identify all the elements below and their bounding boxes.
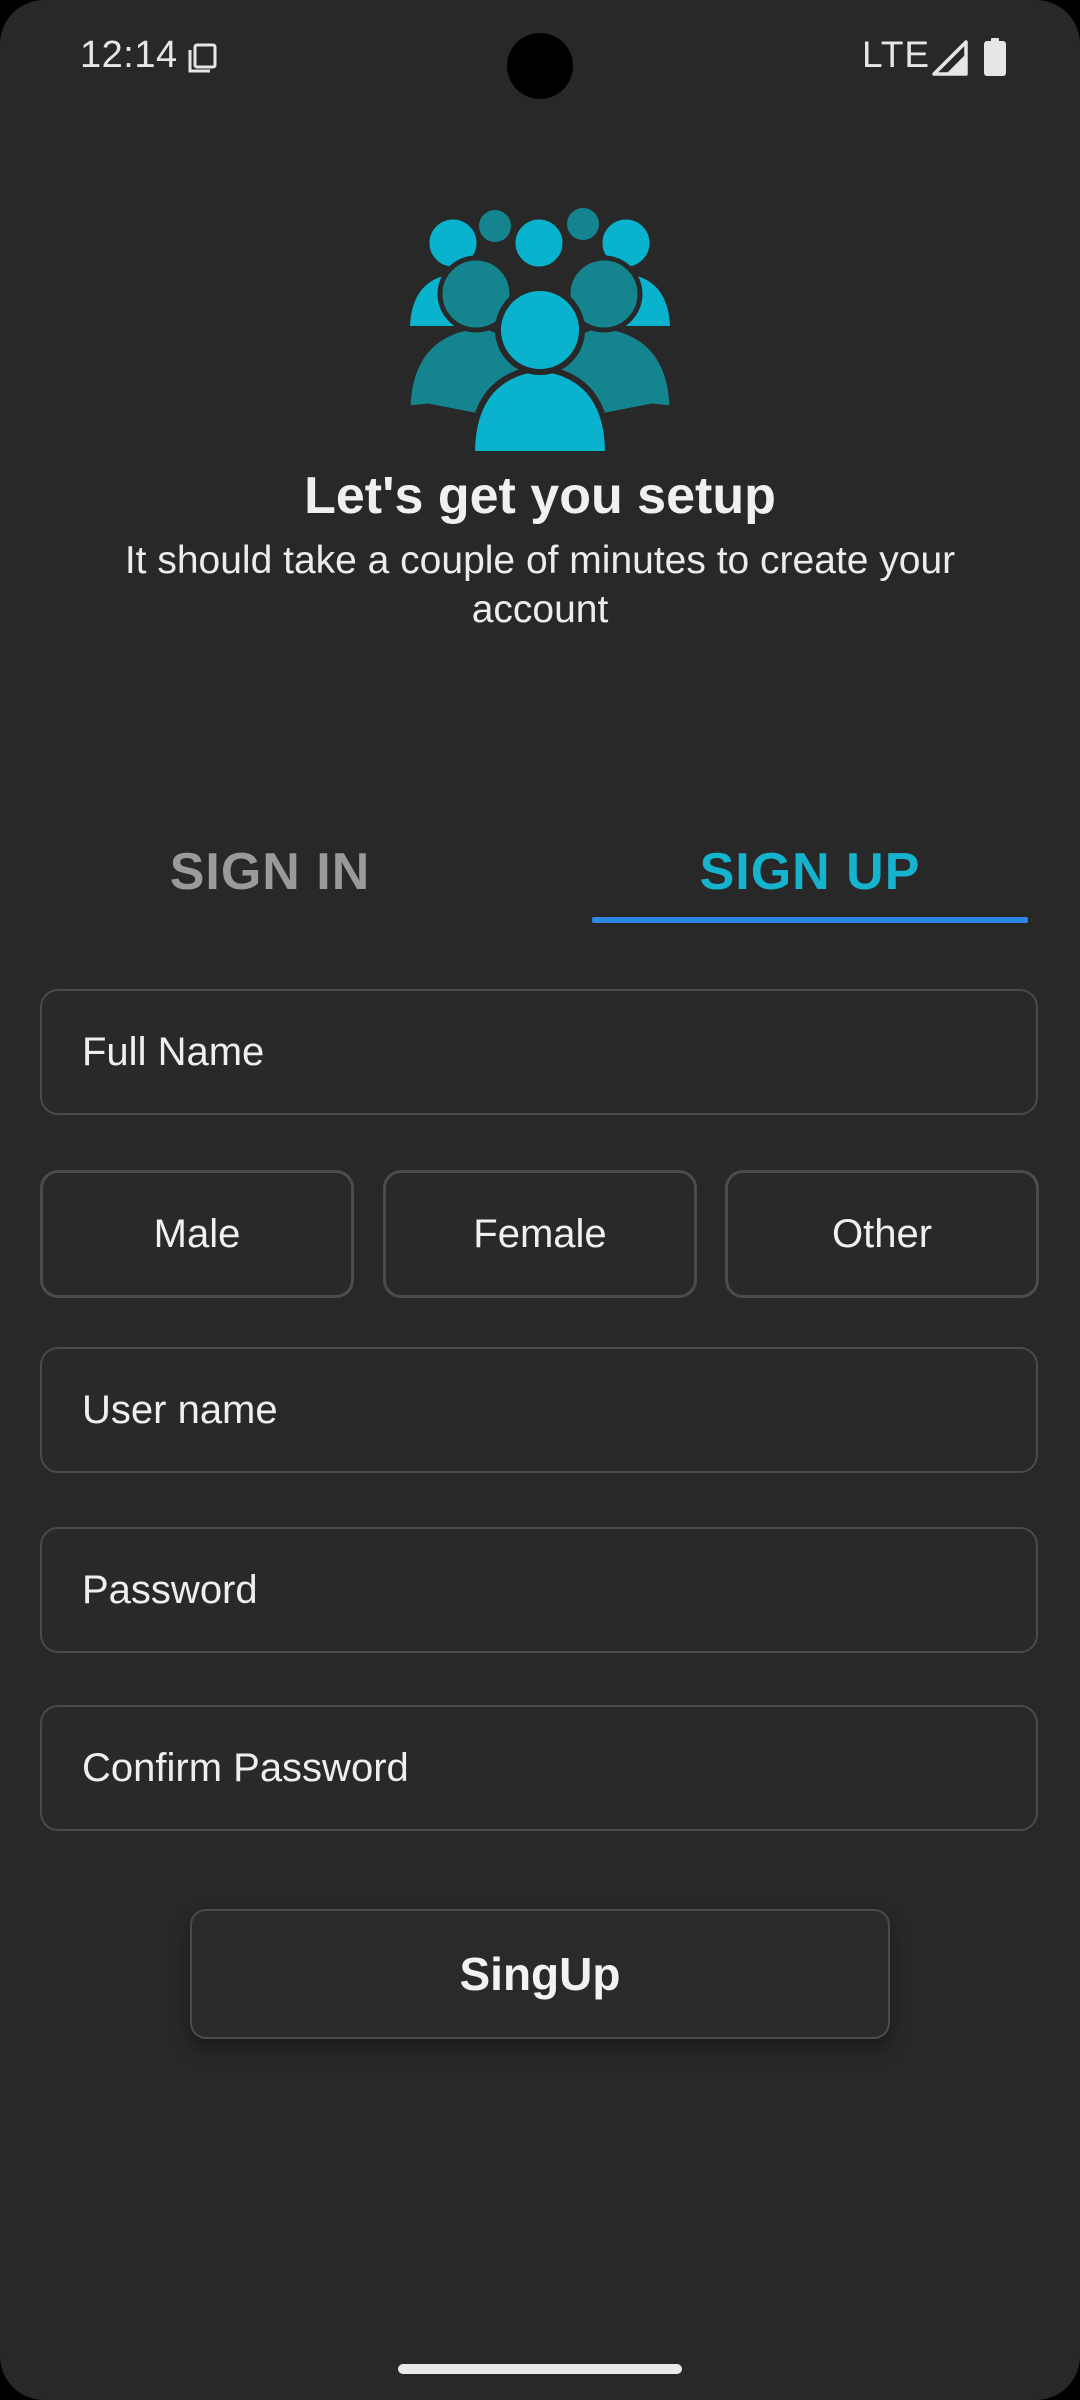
tab-selected-indicator <box>592 917 1028 923</box>
password-placeholder: Password <box>82 1568 258 1612</box>
gender-other-button[interactable]: Other <box>725 1170 1039 1298</box>
username-placeholder: User name <box>82 1388 278 1432</box>
full-name-placeholder: Full Name <box>82 1030 265 1074</box>
tab-sign-up[interactable]: SIGN UP <box>592 836 1028 924</box>
signal-icon <box>932 40 968 76</box>
screenshot-notification-icon <box>188 43 217 73</box>
gender-male-button[interactable]: Male <box>40 1170 354 1298</box>
signup-button[interactable]: SingUp <box>190 1909 890 2039</box>
page-title: Let's get you setup <box>304 467 776 525</box>
home-indicator[interactable] <box>398 2364 682 2374</box>
username-input[interactable]: User name <box>40 1347 1038 1473</box>
tab-sign-in[interactable]: SIGN IN <box>52 836 488 924</box>
full-name-input[interactable]: Full Name <box>40 989 1038 1115</box>
people-group-icon <box>408 208 672 454</box>
battery-icon <box>984 38 1006 76</box>
password-input[interactable]: Password <box>40 1527 1038 1653</box>
camera-cutout <box>507 33 573 99</box>
page-subtitle: It should take a couple of minutes to cr… <box>124 539 956 631</box>
gender-female-button[interactable]: Female <box>383 1170 697 1298</box>
confirm-password-placeholder: Confirm Password <box>82 1746 409 1790</box>
status-bar: 12:14 LTE <box>0 0 1080 118</box>
network-type: LTE <box>862 34 931 75</box>
confirm-password-input[interactable]: Confirm Password <box>40 1705 1038 1831</box>
status-time: 12:14 <box>80 34 178 76</box>
signup-screen: 12:14 LTE Let's get you setup It should … <box>0 0 1080 2400</box>
